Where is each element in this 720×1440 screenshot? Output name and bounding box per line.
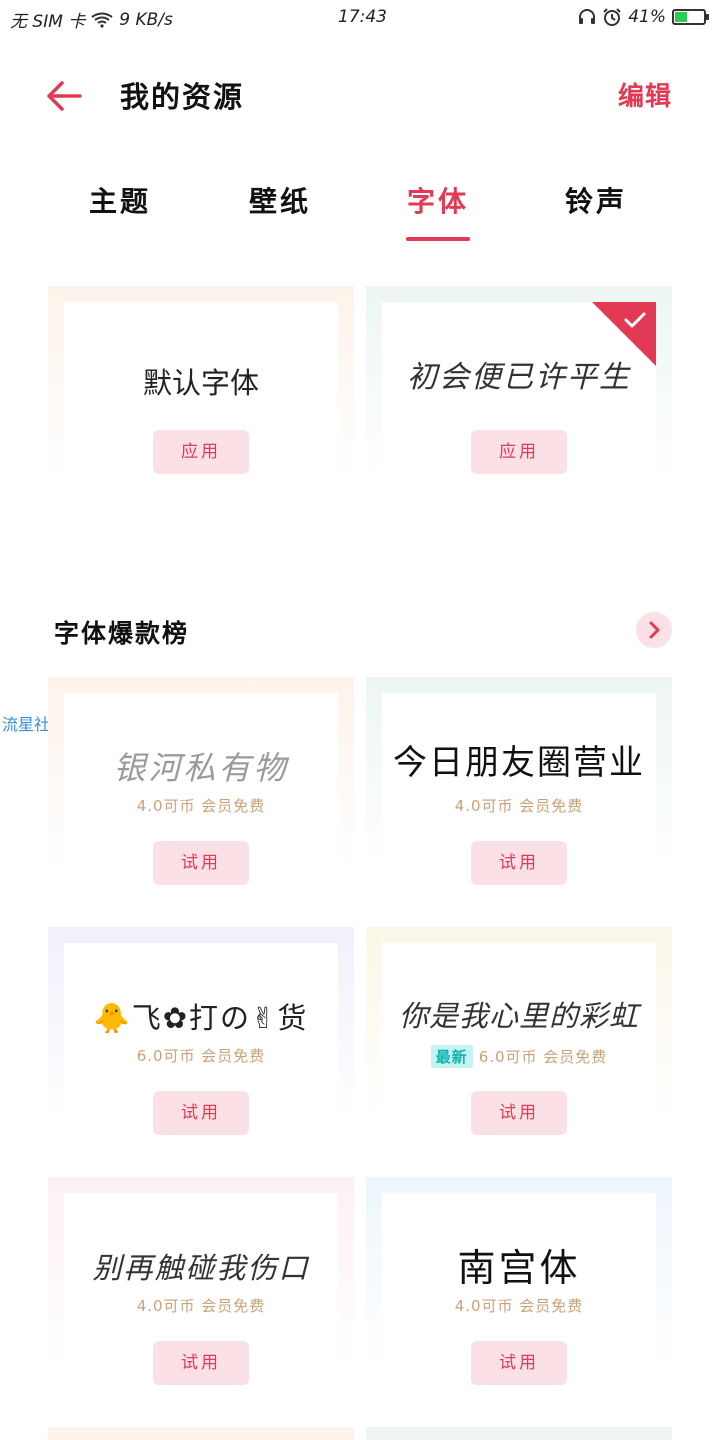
tab-font[interactable]: 字体 <box>378 180 498 220</box>
font-price: 4.0可币 会员免费 <box>454 1297 584 1315</box>
font-card-partial[interactable] <box>366 1427 672 1440</box>
edit-button[interactable]: 编辑 <box>618 76 672 113</box>
active-tab-indicator <box>406 237 470 241</box>
card-inner: 🐥飞✿打の✌货 6.0可币 会员免费 试用 <box>64 943 338 1139</box>
try-button[interactable]: 试用 <box>153 1341 249 1385</box>
tab-ringtone[interactable]: 铃声 <box>536 180 656 220</box>
font-preview: 银河私有物 <box>113 749 289 787</box>
font-price: 6.0可币 会员免费 <box>136 1047 266 1065</box>
card-inner: 初会便已许平生 应用 <box>382 302 656 498</box>
header: 我的资源 编辑 <box>0 60 720 130</box>
owned-font-card-selected[interactable]: 初会便已许平生 应用 <box>366 286 672 498</box>
font-preview: 🐥飞✿打の✌货 <box>93 1001 309 1035</box>
font-card[interactable]: 🐥飞✿打の✌货 6.0可币 会员免费 试用 <box>48 927 354 1139</box>
font-preview: 别再触碰我伤口 <box>92 1251 310 1285</box>
resource-tabs: 主题 壁纸 字体 铃声 <box>0 170 720 250</box>
selected-check-icon <box>592 302 656 366</box>
back-arrow-icon[interactable] <box>44 78 84 114</box>
font-card[interactable]: 你是我心里的彩虹 最新 6.0可币 会员免费 试用 <box>366 927 672 1139</box>
battery-charging-icon <box>672 9 709 25</box>
font-preview: 你是我心里的彩虹 <box>398 999 639 1033</box>
try-button[interactable]: 试用 <box>153 841 249 885</box>
try-button[interactable]: 试用 <box>471 1091 567 1135</box>
card-inner: 你是我心里的彩虹 最新 6.0可币 会员免费 试用 <box>382 943 656 1139</box>
status-bar: 无 SIM 卡 9 KB/s 17:43 41% <box>0 0 720 36</box>
network-speed: 9 KB/s <box>119 9 173 30</box>
font-price: 4.0可币 会员免费 <box>136 797 266 815</box>
font-card[interactable]: 银河私有物 4.0可币 会员免费 试用 <box>48 677 354 889</box>
alarm-icon <box>603 8 621 26</box>
battery-percent: 41% <box>628 7 666 27</box>
try-button[interactable]: 试用 <box>471 841 567 885</box>
try-button[interactable]: 试用 <box>153 1091 249 1135</box>
font-preview: 南宫体 <box>457 1246 581 1290</box>
try-button[interactable]: 试用 <box>471 1341 567 1385</box>
font-card[interactable]: 南宫体 4.0可币 会员免费 试用 <box>366 1177 672 1389</box>
apply-button[interactable]: 应用 <box>471 430 567 474</box>
font-price-row: 最新 6.0可币 会员免费 <box>382 1045 656 1068</box>
font-price: 4.0可币 会员免费 <box>136 1297 266 1315</box>
font-price: 6.0可币 会员免费 <box>478 1048 608 1066</box>
card-inner: 默认字体 应用 <box>64 302 338 498</box>
font-preview: 今日朋友圈营业 <box>393 743 645 783</box>
status-right: 41% <box>578 7 709 27</box>
card-inner: 银河私有物 4.0可币 会员免费 试用 <box>64 693 338 889</box>
owned-font-card-default[interactable]: 默认字体 应用 <box>48 286 354 498</box>
clock: 17:43 <box>338 7 387 27</box>
headphones-icon <box>579 9 596 24</box>
tab-theme[interactable]: 主题 <box>60 180 180 220</box>
chevron-right-icon[interactable] <box>636 612 672 648</box>
sim-status: 无 SIM 卡 <box>10 12 86 32</box>
font-price: 4.0可币 会员免费 <box>454 797 584 815</box>
card-inner: 今日朋友圈营业 4.0可币 会员免费 试用 <box>382 693 656 889</box>
page-title: 我的资源 <box>120 80 245 114</box>
font-card-partial[interactable] <box>48 1427 354 1440</box>
new-badge: 最新 <box>430 1045 473 1068</box>
wifi-icon <box>91 12 113 28</box>
apply-button[interactable]: 应用 <box>153 430 249 474</box>
font-preview: 默认字体 <box>142 366 259 400</box>
section-title: 字体爆款榜 <box>54 619 190 648</box>
tab-wallpaper[interactable]: 壁纸 <box>220 180 340 220</box>
card-inner: 别再触碰我伤口 4.0可币 会员免费 试用 <box>64 1193 338 1389</box>
font-card[interactable]: 别再触碰我伤口 4.0可币 会员免费 试用 <box>48 1177 354 1389</box>
font-card[interactable]: 今日朋友圈营业 4.0可币 会员免费 试用 <box>366 677 672 889</box>
status-left: 无 SIM 卡 9 KB/s <box>10 7 173 33</box>
card-inner: 南宫体 4.0可币 会员免费 试用 <box>382 1193 656 1389</box>
battery-fill <box>675 12 688 22</box>
